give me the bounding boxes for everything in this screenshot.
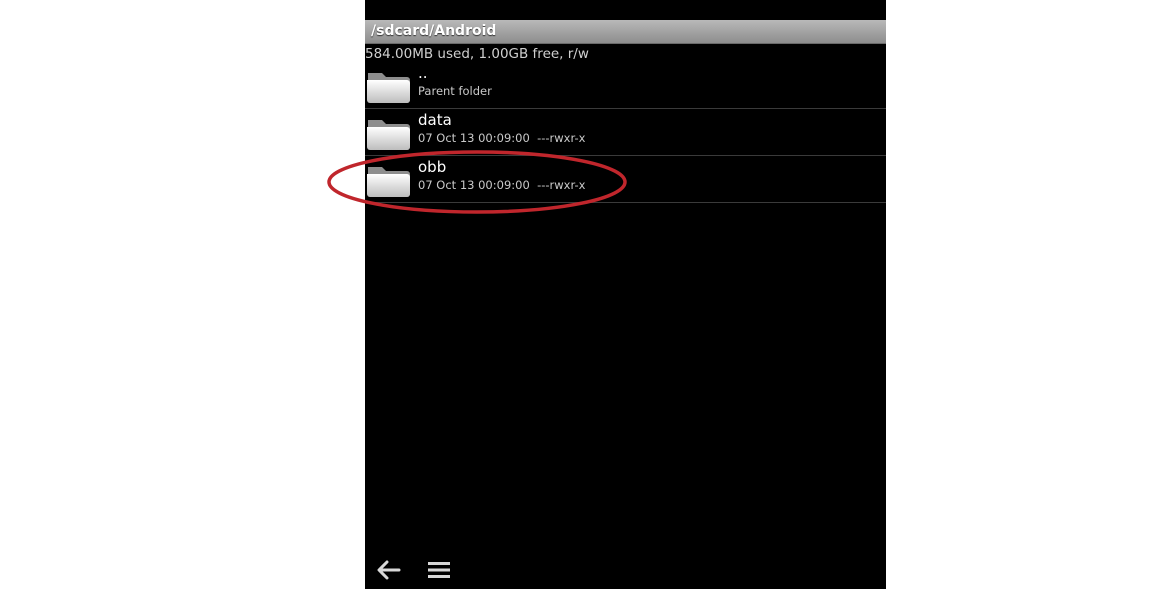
folder-icon [367,120,410,150]
title-bar: /sdcard/Android [365,20,886,44]
folder-icon [367,167,410,197]
storage-summary: 584.00MB used, 1.00GB free, r/w [365,46,589,62]
file-meta: 07 Oct 13 00:09:00 ---rwxr-x [418,131,586,145]
list-item-data[interactable]: data 07 Oct 13 00:09:00 ---rwxr-x [365,109,886,156]
file-name: obb [418,158,447,176]
list-item-parent-folder[interactable]: .. Parent folder [365,62,886,109]
list-item-obb[interactable]: obb 07 Oct 13 00:09:00 ---rwxr-x [365,156,886,203]
bottom-toolbar [365,552,886,589]
file-manager-screen: /sdcard/Android 584.00MB used, 1.00GB fr… [365,0,886,589]
file-name: data [418,111,452,129]
current-path: /sdcard/Android [371,23,497,39]
file-meta: Parent folder [418,84,492,98]
folder-icon [367,73,410,103]
file-name: .. [418,64,428,82]
file-list: .. Parent folder data 07 Oct 13 00:09:00… [365,62,886,203]
menu-icon[interactable] [423,556,455,584]
back-arrow-icon[interactable] [373,556,405,584]
file-meta: 07 Oct 13 00:09:00 ---rwxr-x [418,178,586,192]
